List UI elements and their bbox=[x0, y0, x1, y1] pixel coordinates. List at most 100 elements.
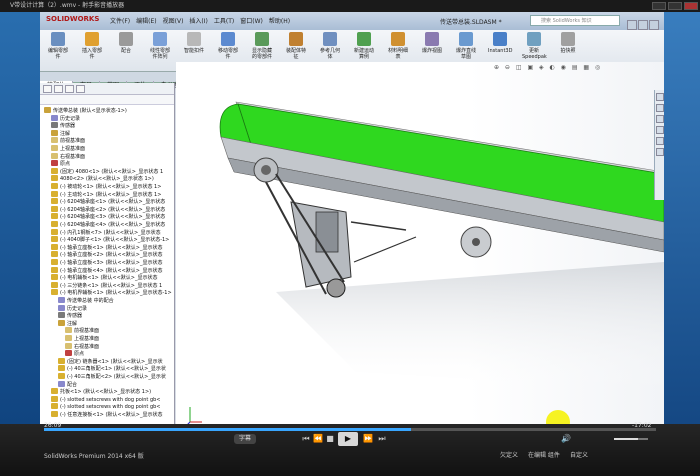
tree-item[interactable]: 4080<2> (默认<<默认>_显示状态 1>) bbox=[40, 175, 173, 183]
close-icon[interactable] bbox=[649, 20, 659, 30]
tree-item-label: (-) 电机界辅板<1> (默认<<默认>_显示状态-1> bbox=[60, 290, 172, 297]
maximize-icon[interactable] bbox=[668, 2, 682, 10]
tree-item[interactable]: (固定) 链条器<1> (默认<<默认>_显示状 bbox=[40, 357, 173, 366]
feature-tree-tab-icon[interactable] bbox=[43, 85, 52, 93]
part-icon bbox=[51, 129, 58, 136]
time-remaining: -17:02 bbox=[632, 422, 652, 429]
tree-item[interactable]: (-) 40三角板配<2> (默认<<默认>_显示状 bbox=[40, 373, 173, 381]
tree-item[interactable]: 传感器 bbox=[40, 312, 173, 320]
tree-item[interactable]: (-) 6204轴承座<3> (默认<<默认>_显示状态 bbox=[40, 213, 173, 221]
tree-item[interactable]: (-) 6204轴承座<2> (默认<<默认>_显示状态 bbox=[40, 205, 173, 214]
task-pane-tabs[interactable] bbox=[654, 90, 664, 200]
part-icon bbox=[51, 198, 58, 205]
part-icon bbox=[51, 289, 58, 296]
property-tab-icon[interactable] bbox=[54, 85, 63, 93]
tree-item-label: 原点 bbox=[74, 351, 85, 358]
tree-item[interactable]: 注解 bbox=[40, 129, 173, 138]
tree-item[interactable]: (-) slotted setscrews with dog point gb< bbox=[40, 395, 173, 404]
config-tab-icon[interactable] bbox=[65, 85, 74, 93]
tree-item[interactable]: 原点 bbox=[40, 350, 173, 358]
tree-item[interactable]: (-) 轴承立座板<2> (默认<<默认>_显示状态 bbox=[40, 251, 173, 259]
tree-item[interactable]: (-) 6204轴承座<4> (默认<<默认>_显示状态 bbox=[40, 221, 173, 229]
menu-item-4[interactable]: 工具(T) bbox=[214, 18, 234, 25]
tree-item[interactable]: 上视基准面 bbox=[40, 335, 173, 343]
menu-item-1[interactable]: 编辑(E) bbox=[136, 18, 156, 25]
volume-icon[interactable]: 🔊 bbox=[560, 434, 572, 444]
tree-item[interactable]: 传送带总装 (默认<显示状态-1>) bbox=[40, 107, 173, 115]
tree-item[interactable]: (-) 6204轴承座<1> (默认<<默认>_显示状态 bbox=[40, 198, 173, 206]
tree-item[interactable]: 前视基准面 bbox=[40, 327, 173, 335]
menu-item-5[interactable]: 窗口(W) bbox=[240, 18, 263, 25]
tree-item[interactable]: (-) 被动轮<1> (默认<<默认>_显示状态 1> bbox=[40, 183, 173, 191]
appearances-icon[interactable] bbox=[656, 137, 664, 145]
sw-title-bar: SOLIDWORKS 文件(F) 编辑(E) 视图(V) 插入(I) 工具(T) 窗口(W… bbox=[40, 12, 664, 30]
tree-item[interactable]: (-) 主动轮<1> (默认<<默认>_显示状态 1> bbox=[40, 190, 173, 199]
tree-item[interactable]: (-) 电机界辅板<1> (默认<<默认>_显示状态-1> bbox=[40, 289, 173, 297]
view-palette-icon[interactable] bbox=[656, 126, 664, 134]
ribbon-button-1[interactable]: 插入零部件 bbox=[80, 32, 104, 70]
screen: V带设计计算（2）.wmv - 射手影音播放器 SOLIDWORKS 文件(F)… bbox=[0, 0, 700, 476]
tree-item[interactable]: (-) 轴承立座板<1> (默认<<默认>_显示状态 bbox=[40, 243, 173, 252]
menu-item-6[interactable]: 帮助(H) bbox=[269, 18, 290, 25]
support-strut bbox=[350, 221, 407, 231]
ribbon-button-3[interactable]: 线性零部件阵列 bbox=[148, 32, 172, 70]
tree-item[interactable]: (-) 轴承立座板<4> (默认<<默认>_显示状态 bbox=[40, 266, 173, 275]
menu-item-3[interactable]: 插入(I) bbox=[189, 18, 207, 25]
tree-item[interactable]: 传送带总装 中的配合 bbox=[40, 297, 173, 305]
menu-item-0[interactable]: 文件(F) bbox=[110, 18, 130, 25]
part-icon bbox=[51, 228, 58, 235]
tree-item[interactable]: 传感器 bbox=[40, 122, 173, 130]
play-icon[interactable]: ▶ bbox=[338, 432, 358, 446]
tree-item-label: (-) slotted setscrews with dog point gb< bbox=[60, 396, 161, 403]
menu-item-2[interactable]: 视图(V) bbox=[163, 18, 184, 25]
custom-props-icon[interactable] bbox=[656, 148, 664, 156]
tree-item[interactable]: 右视基准面 bbox=[40, 152, 173, 161]
part-icon bbox=[51, 160, 58, 167]
tree-item[interactable]: 历史记录 bbox=[40, 114, 173, 123]
tree-item-label: 注解 bbox=[60, 130, 71, 137]
tree-item[interactable]: (-) 轴承立座板<3> (默认<<默认>_显示状态 bbox=[40, 259, 173, 267]
display-tab-icon[interactable] bbox=[76, 85, 85, 93]
status-label-2: 自定义 bbox=[569, 452, 588, 459]
part-icon bbox=[51, 114, 58, 121]
ribbon-icon bbox=[493, 32, 507, 46]
next-icon[interactable]: ⏭ bbox=[376, 434, 388, 444]
design-library-icon[interactable] bbox=[656, 104, 664, 112]
graphics-viewport[interactable]: ⊕ ⊖ ◫ ▣ ◈ ◐ ◉ ▤ ▦ ◎ bbox=[176, 62, 664, 424]
resources-icon[interactable] bbox=[656, 93, 664, 101]
tree-item-label: (-) 6204轴承座<3> (默认<<默认>_显示状态 bbox=[60, 214, 166, 221]
search-input[interactable]: 搜索 SolidWorks 知识 bbox=[530, 15, 620, 26]
conveyor-model[interactable] bbox=[176, 62, 664, 424]
tree-item[interactable]: 右视基准面 bbox=[40, 342, 173, 351]
tree-item[interactable]: 上视基准面 bbox=[40, 145, 173, 153]
minimize-icon[interactable] bbox=[652, 2, 666, 10]
close-icon[interactable] bbox=[684, 2, 698, 10]
restore-icon[interactable] bbox=[638, 20, 648, 30]
tree-item[interactable]: (-) slotted setscrews with dog point gb< bbox=[40, 403, 173, 411]
tree-item[interactable]: (-) 三分链条<1> (默认<<默认>_显示状态 1 bbox=[40, 281, 173, 290]
rewind-icon[interactable]: ⏪ bbox=[312, 434, 324, 444]
prev-icon[interactable]: ⏮ bbox=[300, 434, 312, 444]
file-explorer-icon[interactable] bbox=[656, 115, 664, 123]
tree-item[interactable]: 原点 bbox=[40, 160, 173, 168]
tree-item[interactable]: (固定) 4080<1> (默认<<默认>_显示状态 1 bbox=[40, 167, 173, 176]
forward-icon[interactable]: ⏩ bbox=[362, 434, 374, 444]
tree-item[interactable]: 历史记录 bbox=[40, 304, 173, 313]
tree-item[interactable]: (-) 4040脚子<1> (默认<<默认>_显示状态-1> bbox=[40, 236, 173, 244]
tree-filter[interactable] bbox=[40, 95, 174, 105]
part-icon bbox=[51, 183, 58, 189]
stop-icon[interactable]: ■ bbox=[324, 434, 336, 444]
ribbon-button-0[interactable]: 编辑零部件 bbox=[46, 32, 70, 70]
tree-item[interactable]: 注解 bbox=[40, 319, 173, 328]
tree-item[interactable]: (-) 任意连接板<1> (默认<<默认>_显示状态 bbox=[40, 411, 173, 419]
tree-item[interactable]: (-) 内孔1钢板<7> (默认<<默认>_显示状态 bbox=[40, 228, 173, 237]
subtitle-button[interactable]: 字幕 bbox=[234, 434, 256, 444]
tree-item[interactable]: (-) 电机辅板<1> (默认<<默认>_显示状态 bbox=[40, 274, 173, 282]
tree-item[interactable]: 配合 bbox=[40, 380, 173, 389]
ribbon-button-2[interactable]: 配合 bbox=[114, 32, 138, 70]
tree-item[interactable]: (-) 40三角板配<1> (默认<<默认>_显示状 bbox=[40, 365, 173, 373]
tree-item[interactable]: 托板<1> (默认<<默认>_显示状态 1>) bbox=[40, 388, 173, 396]
tree-item[interactable]: 前视基准面 bbox=[40, 137, 173, 145]
tree-item-label: (-) 轴承立座板<2> (默认<<默认>_显示状态 bbox=[60, 252, 163, 259]
minimize-icon[interactable] bbox=[627, 20, 637, 30]
